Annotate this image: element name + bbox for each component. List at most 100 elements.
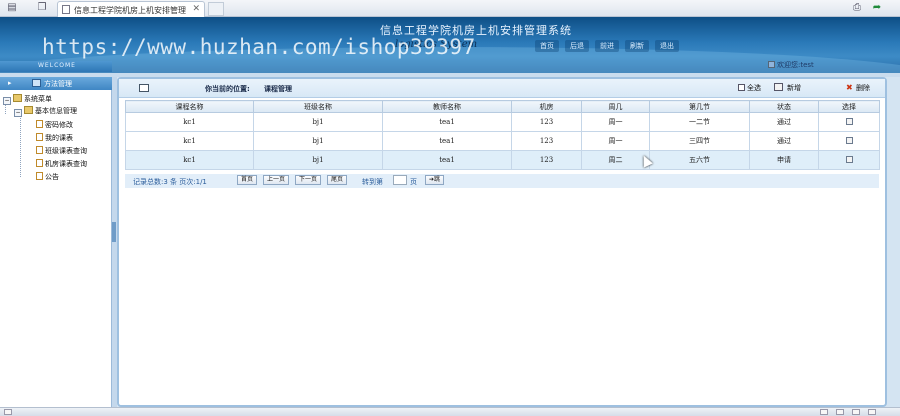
notification-icon[interactable]: [868, 409, 876, 415]
checkbox-icon[interactable]: [738, 84, 745, 91]
watermark: https://www.huzhan.com/ishop39397: [42, 35, 476, 59]
sidebar-item-password[interactable]: 密码修改: [36, 120, 73, 130]
document-icon: [36, 172, 43, 180]
location-label: 你当前的位置:: [205, 85, 250, 93]
goto-label: 转到第: [362, 178, 383, 186]
add-button[interactable]: 新增: [774, 83, 801, 93]
user-greeting: 欢迎您:test: [768, 60, 814, 70]
browser-tab[interactable]: 信息工程学院机房上机安排管理 ✕: [57, 1, 205, 17]
user-greeting-text: 欢迎您:test: [777, 61, 814, 69]
back-arrow-icon[interactable]: ➦: [871, 2, 883, 14]
goto-page-input[interactable]: [393, 175, 407, 185]
tree-connector: [20, 115, 21, 177]
column-header[interactable]: 状态: [749, 100, 819, 113]
sidebar-item-label: 我的课表: [45, 134, 73, 142]
zoom-icon[interactable]: [820, 409, 828, 415]
goto-button[interactable]: ➔跳: [425, 175, 445, 185]
table-row[interactable]: kc1 bj1 tea1 123 周一 三四节 通过: [125, 131, 880, 151]
course-table: 课程名称 班级名称 教师名称 机房 周几 第几节 状态 选择 kc1 bj1 t…: [125, 100, 880, 170]
tree-root[interactable]: − 系统菜单: [3, 94, 52, 105]
table-row[interactable]: kc1 bj1 tea1 123 周一 一二节 通过: [125, 112, 880, 132]
column-header[interactable]: 第几节: [649, 100, 750, 113]
select-all-label: 全选: [747, 84, 761, 92]
tree-root-label: 系统菜单: [24, 95, 52, 103]
delete-icon: ✖: [846, 83, 853, 92]
minus-icon[interactable]: −: [3, 97, 11, 105]
folder-open-icon: [24, 106, 33, 114]
sidebar-item-label: 机房课表查询: [45, 160, 87, 168]
cell-status: 申请: [749, 150, 819, 170]
row-checkbox[interactable]: [845, 117, 853, 125]
add-label: 新增: [787, 84, 801, 92]
download-icon[interactable]: [852, 409, 860, 415]
column-header[interactable]: 机房: [511, 100, 582, 113]
bookmark-icon[interactable]: ❐: [36, 2, 48, 14]
table-row-highlighted[interactable]: kc1 bj1 tea1 123 周二 五六节 申请: [125, 150, 880, 170]
nav-home[interactable]: 首页: [535, 40, 559, 52]
sidebar: ▸ 方法管理 − 系统菜单 − 基本信息管理 密码修改 我的课表 班级课表查询 机房…: [0, 77, 112, 407]
user-icon: [768, 61, 775, 68]
cell-room: 123: [511, 131, 582, 151]
column-header[interactable]: 周几: [581, 100, 650, 113]
select-all-checkbox[interactable]: 全选: [738, 83, 761, 93]
tab-title: 信息工程学院机房上机安排管理: [74, 6, 186, 15]
document-icon: [36, 146, 43, 154]
document-icon: [36, 120, 43, 128]
row-checkbox[interactable]: [845, 155, 853, 163]
nav-forward[interactable]: 前进: [595, 40, 619, 52]
minus-icon[interactable]: −: [14, 109, 22, 117]
close-icon[interactable]: ✕: [192, 4, 200, 14]
cell-status: 通过: [749, 131, 819, 151]
delete-label: 删除: [856, 84, 870, 92]
tree-group-label: 基本信息管理: [35, 107, 77, 115]
document-icon: [36, 159, 43, 167]
sidebar-item-class-schedule[interactable]: 班级课表查询: [36, 146, 87, 156]
column-header[interactable]: 班级名称: [253, 100, 383, 113]
add-icon: [774, 83, 783, 91]
nav-back[interactable]: 后退: [565, 40, 589, 52]
welcome-label: WELCOME: [38, 62, 76, 69]
cell-period: 五六节: [649, 150, 750, 170]
sidebar-item-label: 公告: [45, 173, 59, 181]
tree-group[interactable]: − 基本信息管理: [14, 106, 77, 117]
welcome-strip: WELCOME: [0, 61, 112, 72]
sidebar-item-my-schedule[interactable]: 我的课表: [36, 133, 73, 143]
cell-select: [818, 112, 880, 132]
page-icon[interactable]: ▤: [6, 2, 18, 14]
document-icon: [36, 133, 43, 141]
next-page-button[interactable]: 下一页: [295, 175, 322, 185]
cell-weekday: 周一: [581, 112, 650, 132]
settings-icon[interactable]: [836, 409, 844, 415]
print-icon[interactable]: ⎙: [851, 2, 863, 14]
last-page-button[interactable]: 尾页: [327, 175, 348, 185]
column-header[interactable]: 选择: [818, 100, 880, 113]
sidebar-header[interactable]: ▸ 方法管理: [0, 77, 112, 90]
cell-course: kc1: [125, 150, 254, 170]
splitter-grip[interactable]: [112, 222, 116, 242]
nav-refresh[interactable]: 刷新: [625, 40, 649, 52]
pagination-bar: 记录总数:3 条 页次:1/1 首页 上一页 下一页 尾页 转到第 页 ➔跳: [125, 174, 879, 188]
column-header[interactable]: 课程名称: [125, 100, 254, 113]
document-icon: [62, 5, 70, 14]
delete-button[interactable]: ✖ 删除: [846, 83, 870, 93]
sidebar-item-room-schedule[interactable]: 机房课表查询: [36, 159, 87, 169]
row-checkbox[interactable]: [845, 136, 853, 144]
cell-class: bj1: [253, 112, 383, 132]
new-tab-button[interactable]: [208, 2, 224, 16]
table-header-row: 课程名称 班级名称 教师名称 机房 周几 第几节 状态 选择: [125, 100, 880, 113]
folder-icon: [32, 79, 41, 87]
collapse-icon[interactable]: ▸: [8, 79, 12, 87]
cell-course: kc1: [125, 112, 254, 132]
first-page-button[interactable]: 首页: [237, 175, 258, 185]
prev-page-button[interactable]: 上一页: [263, 175, 290, 185]
column-header[interactable]: 教师名称: [382, 100, 512, 113]
cell-period: 三四节: [649, 131, 750, 151]
goto-suffix: 页: [410, 178, 417, 186]
sidebar-item-notice[interactable]: 公告: [36, 172, 59, 182]
nav-logout[interactable]: 退出: [655, 40, 679, 52]
cell-class: bj1: [253, 131, 383, 151]
cell-room: 123: [511, 150, 582, 170]
cell-class: bj1: [253, 150, 383, 170]
location-value: 课程管理: [264, 85, 292, 93]
cell-status: 通过: [749, 112, 819, 132]
